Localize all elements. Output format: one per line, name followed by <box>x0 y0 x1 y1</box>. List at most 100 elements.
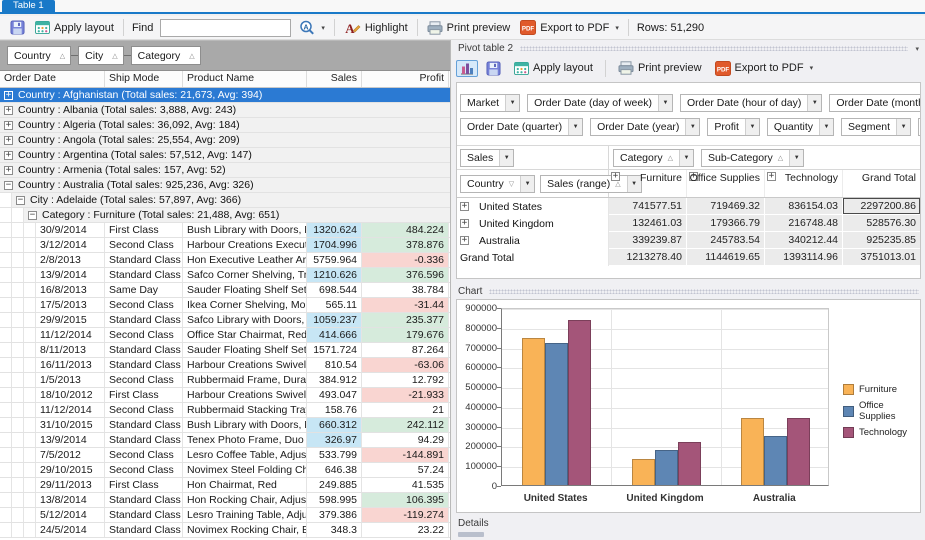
pivot-column-header-office-supplies[interactable]: +Office Supplies <box>687 170 765 197</box>
chart-bar-technology[interactable] <box>787 418 810 485</box>
pivot-value-cell[interactable]: 132461.03 <box>609 215 687 232</box>
column-header-product-name[interactable]: Product Name <box>183 71 307 87</box>
find-input[interactable] <box>160 19 291 37</box>
pivot-row-header-grand-total[interactable]: Grand Total <box>457 249 609 266</box>
group-row[interactable]: +Country : Argentina (Total sales: 57,51… <box>0 148 450 163</box>
pivot-value-cell[interactable]: 836154.03 <box>765 198 843 215</box>
chart-bar-furniture[interactable] <box>632 459 655 485</box>
filter-field-profit[interactable]: Profit▼ <box>707 118 760 136</box>
expand-icon[interactable]: + <box>4 136 13 145</box>
expand-icon[interactable]: + <box>4 166 13 175</box>
column-field-category[interactable]: Category△▼ <box>613 149 694 167</box>
dropdown-arrow-icon[interactable]: ▾ <box>615 24 619 32</box>
pivot-value-cell[interactable]: 528576.30 <box>843 215 921 232</box>
table-row[interactable]: 1/5/2013Second ClassRubbermaid Frame, Du… <box>0 373 450 388</box>
pivot-value-cell[interactable]: 1213278.40 <box>609 249 687 266</box>
collapse-icon[interactable]: − <box>4 181 13 190</box>
pivot-value-cell[interactable]: 3751013.01 <box>843 249 921 266</box>
export-pdf-button[interactable]: PDFExport to PDF▾ <box>515 18 624 37</box>
group-row[interactable]: +Country : Albania (Total sales: 3,888, … <box>0 103 450 118</box>
field-dropdown-icon[interactable]: ▼ <box>789 150 803 166</box>
table-row[interactable]: 18/10/2012First ClassHarbour Creations S… <box>0 388 450 403</box>
column-header-ship-mode[interactable]: Ship Mode <box>105 71 183 87</box>
table-row[interactable]: 16/11/2013Standard ClassHarbour Creation… <box>0 358 450 373</box>
table-row[interactable]: 29/10/2015Second ClassNovimex Steel Fold… <box>0 463 450 478</box>
table-row[interactable]: 13/8/2014Standard ClassHon Rocking Chair… <box>0 493 450 508</box>
pivot-panel-header[interactable]: Pivot table 2 ▾ <box>456 42 921 55</box>
expand-icon[interactable]: + <box>460 202 469 211</box>
row-field-country[interactable]: Country▽▼ <box>460 175 535 193</box>
table-row[interactable]: 8/11/2013Standard ClassSauder Floating S… <box>0 343 450 358</box>
filter-field-order-date-year-[interactable]: Order Date (year)▼ <box>590 118 700 136</box>
pivot-value-cell[interactable]: 245783.54 <box>687 232 765 249</box>
expand-icon[interactable]: + <box>460 219 469 228</box>
chart-bar-office-supplies[interactable] <box>764 436 787 485</box>
pivot-value-cell[interactable]: 925235.85 <box>843 232 921 249</box>
table-row[interactable]: 5/12/2014Standard ClassLesro Training Ta… <box>0 508 450 523</box>
chart-bar-technology[interactable] <box>568 320 591 485</box>
expand-icon[interactable]: + <box>460 236 469 245</box>
group-field-category[interactable]: Category△ <box>131 46 201 65</box>
pivot-value-cell[interactable]: 719469.32 <box>687 198 765 215</box>
expand-icon[interactable]: + <box>4 151 13 160</box>
filter-field-order-date-day-of-week-[interactable]: Order Date (day of week)▼ <box>527 94 673 112</box>
pivot-value-cell[interactable]: 339239.87 <box>609 232 687 249</box>
pivot-row-header-australia[interactable]: +Australia <box>457 232 609 249</box>
highlight-button[interactable]: AHighlight <box>339 19 413 37</box>
pivot-row-header-united-states[interactable]: +United States <box>457 198 609 215</box>
group-field-city[interactable]: City△ <box>78 46 123 65</box>
group-by-panel[interactable]: Country△City△Category△ <box>0 41 450 71</box>
pivot-save-button[interactable] <box>481 59 506 78</box>
table-row[interactable]: 24/5/2014Standard ClassNovimex Rocking C… <box>0 523 450 538</box>
pivot-value-cell[interactable]: 1393114.96 <box>765 249 843 266</box>
group-row[interactable]: −Category : Furniture (Total sales: 21,4… <box>0 208 450 223</box>
filter-field-order-date-quarter-[interactable]: Order Date (quarter)▼ <box>460 118 583 136</box>
field-dropdown-icon[interactable]: ▼ <box>568 119 582 135</box>
table-row[interactable]: 2/8/2013Standard ClassHon Executive Leat… <box>0 253 450 268</box>
pivot-column-header-furniture[interactable]: +Furniture <box>609 170 687 197</box>
filter-field-state[interactable]: State▼ <box>918 118 921 136</box>
table-row[interactable]: 13/9/2014Standard ClassTenex Photo Frame… <box>0 433 450 448</box>
table-row[interactable]: 3/12/2014Second ClassHarbour Creations E… <box>0 238 450 253</box>
filter-field-order-date-month-[interactable]: Order Date (month)▼ <box>829 94 921 112</box>
chart-bar-office-supplies[interactable] <box>545 343 568 485</box>
field-dropdown-icon[interactable]: ▼ <box>819 119 833 135</box>
pivot-value-cell[interactable]: 2297200.86 <box>843 198 921 215</box>
panel-collapse-icon[interactable]: ▾ <box>915 45 919 53</box>
field-dropdown-icon[interactable]: ▼ <box>679 150 693 166</box>
table-row[interactable]: 11/12/2014Second ClassRubbermaid Stackin… <box>0 403 450 418</box>
data-field-sales[interactable]: Sales▼ <box>460 149 514 167</box>
pivot-value-cell[interactable]: 741577.51 <box>609 198 687 215</box>
expand-icon[interactable]: + <box>4 121 13 130</box>
group-row[interactable]: +Country : Afghanistan (Total sales: 21,… <box>0 88 450 103</box>
pivot-value-cell[interactable]: 179366.79 <box>687 215 765 232</box>
column-header-sales[interactable]: Sales <box>307 71 362 87</box>
expand-icon[interactable]: + <box>767 172 776 181</box>
chart-toggle-button[interactable] <box>456 60 478 77</box>
group-row[interactable]: −Country : Australia (Total sales: 925,2… <box>0 178 450 193</box>
save-button[interactable] <box>5 18 30 37</box>
pivot-value-cell[interactable]: 1144619.65 <box>687 249 765 266</box>
field-dropdown-icon[interactable]: ▼ <box>499 150 513 166</box>
chart-panel-header[interactable]: Chart <box>456 285 921 298</box>
chart-bar-technology[interactable] <box>678 442 701 485</box>
apply-layout-button[interactable]: Apply layout <box>30 19 119 36</box>
table-row[interactable]: 11/12/2014Second ClassOffice Star Chairm… <box>0 328 450 343</box>
pivot-print-preview-button[interactable]: Print preview <box>613 59 707 77</box>
pivot-apply-layout-button[interactable]: Apply layout <box>509 60 598 77</box>
dropdown-arrow-icon[interactable]: ▾ <box>810 64 814 72</box>
table-row[interactable]: 17/5/2013Second ClassIkea Corner Shelvin… <box>0 298 450 313</box>
dropdown-arrow-icon[interactable]: ▾ <box>321 24 325 32</box>
search-options-button[interactable]: A▾ <box>294 18 330 37</box>
table-row[interactable]: 29/9/2015Standard ClassSafco Library wit… <box>0 313 450 328</box>
column-header-profit[interactable]: Profit <box>362 71 449 87</box>
field-dropdown-icon[interactable]: ▼ <box>520 176 534 192</box>
column-field-sub-category[interactable]: Sub-Category△▼ <box>701 149 804 167</box>
pivot-row-header-united-kingdom[interactable]: +United Kingdom <box>457 215 609 232</box>
expand-icon[interactable]: + <box>4 106 13 115</box>
table-row[interactable]: 30/9/2014First ClassBush Library with Do… <box>0 223 450 238</box>
filter-field-segment[interactable]: Segment▼ <box>841 118 911 136</box>
filter-field-quantity[interactable]: Quantity▼ <box>767 118 834 136</box>
table-row[interactable]: 13/9/2014Standard ClassSafco Corner Shel… <box>0 268 450 283</box>
pivot-value-cell[interactable]: 340212.44 <box>765 232 843 249</box>
